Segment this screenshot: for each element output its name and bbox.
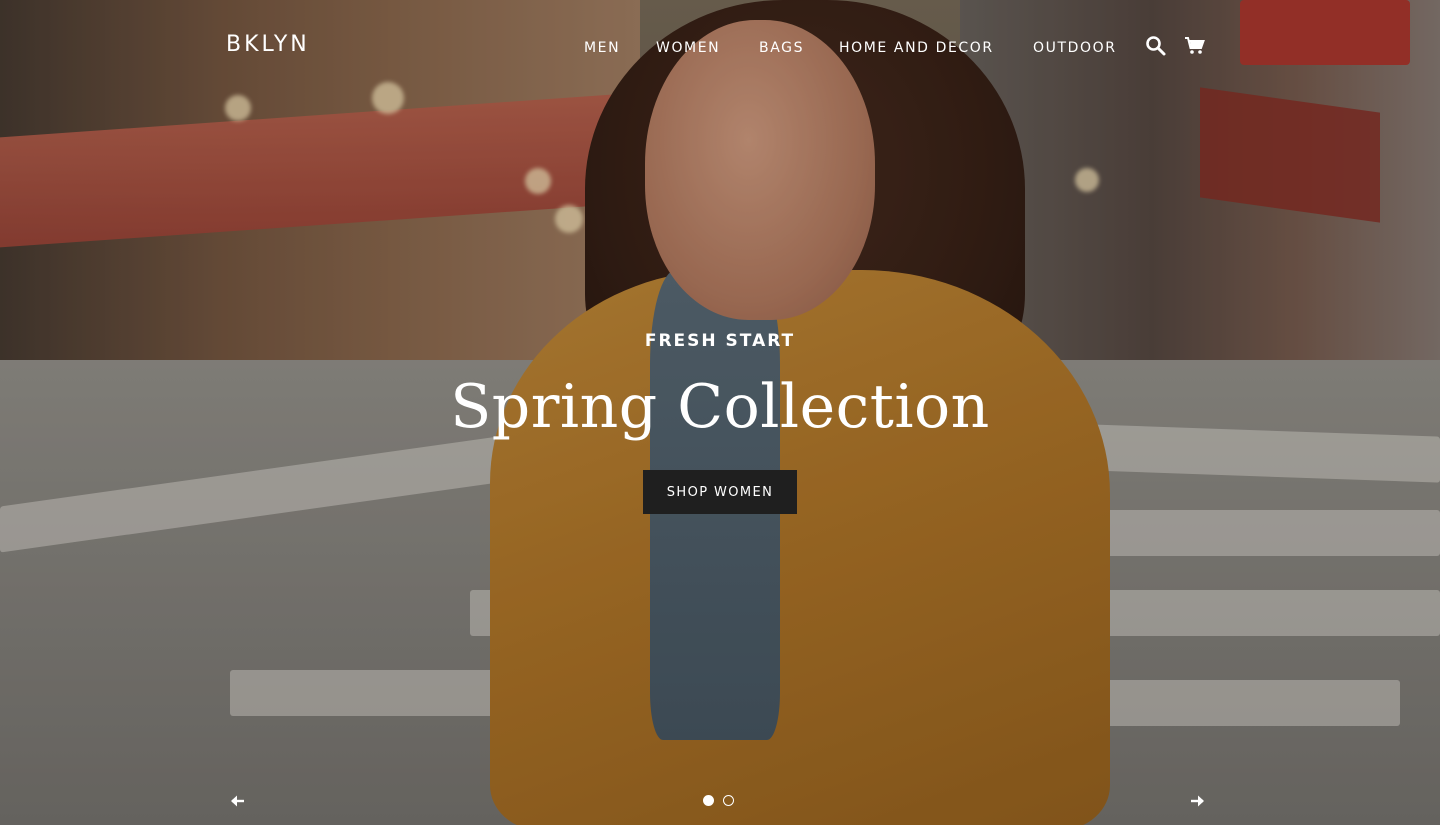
- slider-prev-button[interactable]: [227, 790, 249, 812]
- arrow-left-icon: [231, 795, 244, 807]
- hero-headline: Spring Collection: [450, 372, 990, 442]
- site-logo[interactable]: BKLYN: [226, 32, 310, 57]
- slider-next-button[interactable]: [1186, 790, 1208, 812]
- hero-eyebrow: FRESH START: [644, 331, 796, 351]
- slider-dot-1[interactable]: [703, 795, 714, 806]
- nav-item-men[interactable]: MEN: [584, 40, 620, 56]
- nav-item-bags[interactable]: BAGS: [759, 40, 804, 56]
- arrow-right-icon: [1191, 795, 1204, 807]
- search-icon[interactable]: [1144, 34, 1168, 58]
- nav-item-home-and-decor[interactable]: HOME AND DECOR: [839, 40, 994, 56]
- cart-icon[interactable]: [1183, 34, 1207, 58]
- nav-item-women[interactable]: WOMEN: [656, 40, 720, 56]
- nav-item-outdoor[interactable]: OUTDOOR: [1033, 40, 1117, 56]
- shop-women-button[interactable]: SHOP WOMEN: [643, 470, 797, 514]
- slider-pagination: [703, 795, 734, 806]
- slider-dot-2[interactable]: [723, 795, 734, 806]
